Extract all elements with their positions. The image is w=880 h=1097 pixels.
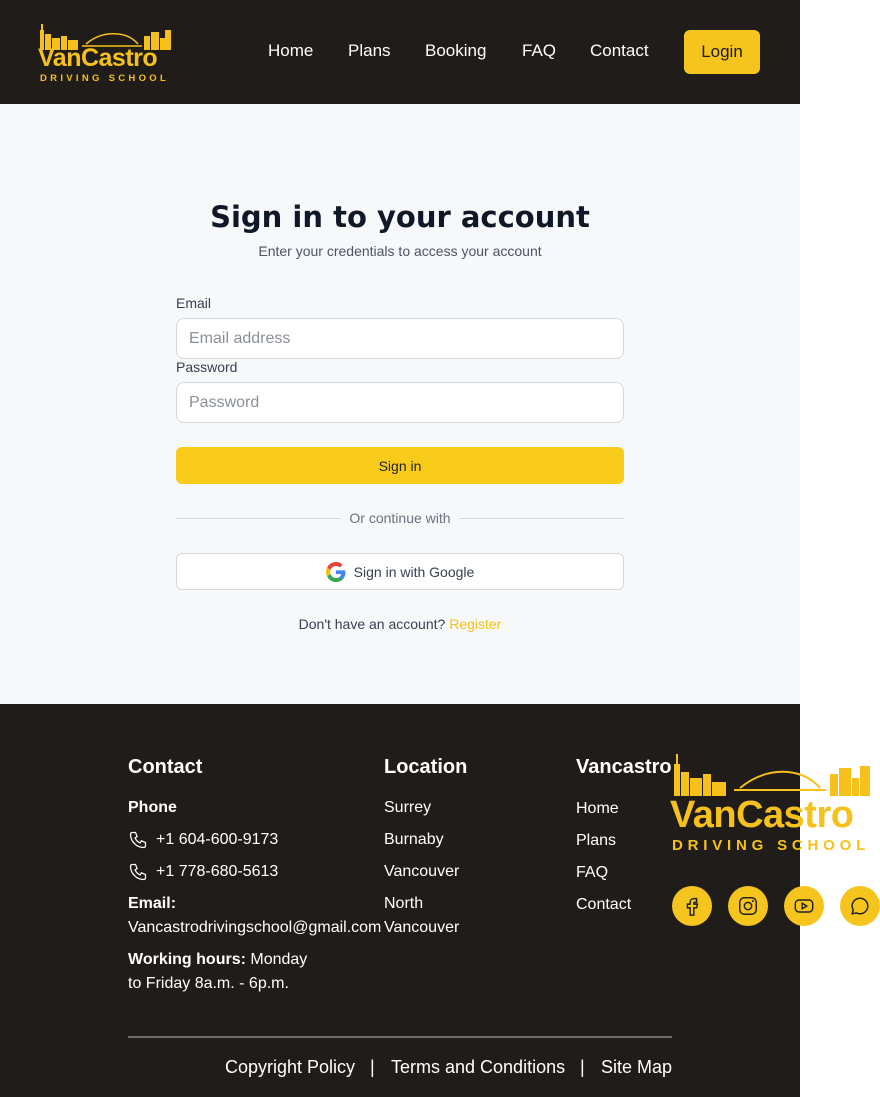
login-button[interactable]: Login xyxy=(684,30,760,74)
hours-line-1: Monday xyxy=(250,951,308,968)
youtube-button[interactable] xyxy=(784,886,824,926)
brand-tagline: DRIVING SCHOOL xyxy=(672,837,871,854)
hours-label: Working hours: xyxy=(128,951,246,968)
skyline-icon xyxy=(674,754,870,796)
brand-name: VanCastro xyxy=(670,794,854,836)
hours-line-2: to Friday 8a.m. - 6p.m. xyxy=(128,975,289,992)
footer-links-heading: Vancastro xyxy=(576,756,672,778)
google-signin-label: Sign in with Google xyxy=(353,563,475,580)
header-logo[interactable]: VanCastro DRIVING SCHOOL xyxy=(38,22,178,88)
nav-faq[interactable]: FAQ xyxy=(522,41,556,61)
footer-divider xyxy=(128,1036,672,1038)
footer-link-faq[interactable]: FAQ xyxy=(576,864,608,882)
nav-home[interactable]: Home xyxy=(268,41,313,61)
legal-separator: | xyxy=(580,1057,585,1077)
instagram-icon xyxy=(739,897,757,915)
footer-location-heading: Location xyxy=(384,756,468,778)
phone-icon xyxy=(129,863,147,881)
brand-name: VanCastro xyxy=(38,44,158,72)
register-prompt: Don't have an account? Register xyxy=(0,616,800,632)
facebook-button[interactable] xyxy=(672,886,712,926)
divider-text: Or continue with xyxy=(349,510,451,526)
phone-icon xyxy=(129,831,147,849)
facebook-icon xyxy=(686,897,699,916)
location-surrey: Surrey xyxy=(384,799,432,816)
footer-link-plans[interactable]: Plans xyxy=(576,832,616,850)
page-title: Sign in to your account xyxy=(210,200,590,234)
site-header: VanCastro DRIVING SCHOOL Home Plans Book… xyxy=(0,0,800,104)
signin-button[interactable]: Sign in xyxy=(176,447,624,484)
site-map-link[interactable]: Site Map xyxy=(601,1057,672,1078)
email-heading: Email: xyxy=(128,895,177,912)
legal-separator: | xyxy=(370,1057,375,1077)
password-label: Password xyxy=(176,359,238,375)
working-hours: Working hours: Monday to Friday 8a.m. - … xyxy=(128,948,328,996)
location-north: North xyxy=(384,895,424,912)
copyright-policy-link[interactable]: Copyright Policy xyxy=(225,1057,355,1078)
phone-label: Phone xyxy=(128,799,177,816)
google-icon xyxy=(325,561,346,582)
email-label: Email xyxy=(176,295,212,311)
google-signin-button[interactable]: Sign in with Google xyxy=(176,553,624,590)
footer-email[interactable]: Vancastrodrivingschool@gmail.com xyxy=(128,916,381,940)
nav-plans[interactable]: Plans xyxy=(348,41,391,61)
chat-icon xyxy=(851,897,869,915)
location-vancouver: Vancouver xyxy=(384,863,460,880)
signin-section: Sign in to your account Enter your crede… xyxy=(0,104,800,704)
location-burnaby: Burnaby xyxy=(384,831,444,848)
nav-contact[interactable]: Contact xyxy=(590,41,649,61)
brand-tagline: DRIVING SCHOOL xyxy=(40,73,170,84)
phone-row-1[interactable]: +1 604-600-9173 xyxy=(128,830,278,850)
instagram-button[interactable] xyxy=(728,886,768,926)
terms-link[interactable]: Terms and Conditions xyxy=(391,1057,565,1078)
youtube-icon xyxy=(794,899,814,913)
page: VanCastro DRIVING SCHOOL Home Plans Book… xyxy=(0,0,800,1097)
footer-logo[interactable]: VanCastro DRIVING SCHOOL xyxy=(670,752,880,862)
page-subtitle: Enter your credentials to access your ac… xyxy=(258,243,542,259)
nav-booking[interactable]: Booking xyxy=(425,41,486,61)
chat-button[interactable] xyxy=(840,886,880,926)
footer-contact-heading: Contact xyxy=(128,756,203,778)
phone-row-2[interactable]: +1 778-680-5613 xyxy=(128,862,278,882)
footer-link-home[interactable]: Home xyxy=(576,800,619,818)
footer-link-contact[interactable]: Contact xyxy=(576,896,631,914)
phone-number-2: +1 778-680-5613 xyxy=(156,863,279,880)
password-field[interactable] xyxy=(176,382,624,423)
phone-number-1: +1 604-600-9173 xyxy=(156,831,279,848)
register-text: Don't have an account? xyxy=(298,616,446,632)
location-north-vancouver: Vancouver xyxy=(384,919,460,936)
register-link[interactable]: Register xyxy=(449,616,501,632)
email-field[interactable] xyxy=(176,318,624,359)
